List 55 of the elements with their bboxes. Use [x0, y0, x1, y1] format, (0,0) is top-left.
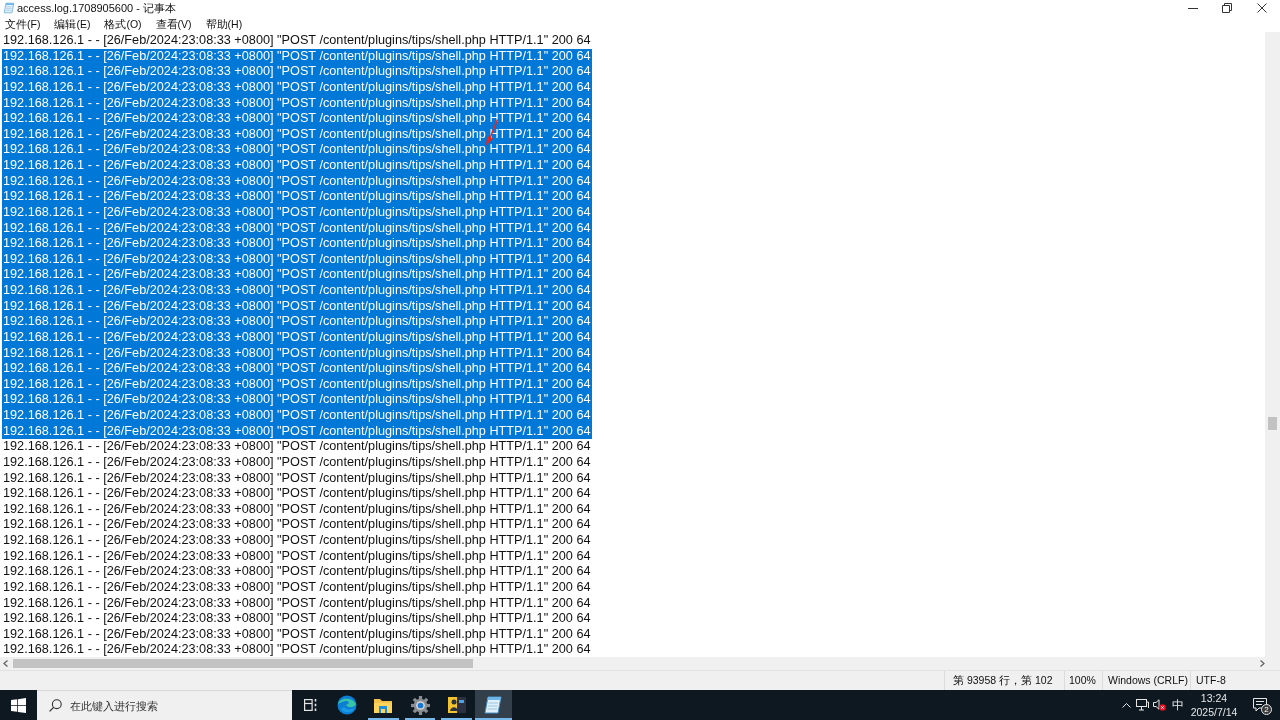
menu-item[interactable]: 帮助(H) [202, 17, 246, 31]
log-line: 192.168.126.1 - - [26/Feb/2024:23:08:33 +0800] "POST /content/plugins/tips/shell.php HTTP/1.1" 200 64 [2, 548, 592, 565]
clock[interactable]: 13:24 2025/7/14 [1188, 690, 1240, 720]
scrollbar-thumb[interactable] [1268, 417, 1277, 430]
taskbar-search-field[interactable]: 在此键入进行搜索 [37, 690, 292, 720]
task-view-icon [303, 699, 317, 711]
browser-icon [336, 695, 357, 715]
message-icon [1253, 698, 1267, 712]
notepad-icon [483, 695, 504, 715]
notepad-icon [2, 2, 15, 14]
log-line: 192.168.126.1 - - [26/Feb/2024:23:08:33 +0800] "POST /content/plugins/tips/shell.php HTTP/1.1" 200 64 [2, 626, 592, 643]
log-line: 192.168.126.1 - - [26/Feb/2024:23:08:33 +0800] "POST /content/plugins/tips/shell.php HTTP/1.1" 200 64 [2, 454, 592, 471]
window-title: access.log.1708905600 - 记事本 [17, 1, 176, 15]
input-method-button[interactable]: 中 [1168, 690, 1188, 720]
chevron-up-icon [1121, 702, 1131, 708]
log-line: 192.168.126.1 - - [26/Feb/2024:23:08:33 +0800] "POST /content/plugins/tips/shell.php HTTP/1.1" 200 64 [2, 517, 592, 533]
log-line: 192.168.126.1 - - [26/Feb/2024:23:08:33 +0800] "POST /content/plugins/tips/shell.php HTTP/1.1" 200 64 [2, 533, 592, 549]
clock-time: 13:24 [1200, 691, 1228, 705]
log-line: 192.168.126.1 - - [26/Feb/2024:23:08:33 +0800] "POST /content/plugins/tips/shell.php HTTP/1.1" 200 64 [2, 564, 592, 580]
log-line: 192.168.126.1 - - [26/Feb/2024:23:08:33 +0800] "POST /content/plugins/tips/shell.php HTTP/1.1" 200 64 [2, 642, 592, 657]
log-line: 192.168.126.1 - - [26/Feb/2024:23:08:33 +0800] "POST /content/plugins/tips/shell.php HTTP/1.1" 200 64 [2, 595, 592, 612]
menu-item[interactable]: 格式(O) [101, 17, 145, 31]
clock-date: 2025/7/14 [1190, 705, 1238, 719]
cursor-position: 第 93958 行，第 102 [953, 672, 1053, 688]
taskbar-button[interactable] [474, 690, 512, 720]
menu-item[interactable]: 查看(V) [152, 17, 195, 31]
log-line: 192.168.126.1 - - [26/Feb/2024:23:08:33 +0800] "POST /content/plugins/tips/shell.php HTTP/1.1" 200 64 [2, 470, 592, 487]
notification-count: 2 [1261, 704, 1272, 715]
notification-button[interactable]: 2 [1240, 690, 1280, 720]
menu-item[interactable]: 编辑(E) [51, 17, 94, 31]
minimize-icon [1188, 7, 1198, 9]
folder-icon [373, 696, 394, 714]
zoom-level: 100% [1069, 672, 1096, 688]
monitor-icon [1136, 699, 1149, 711]
search-icon [49, 699, 62, 712]
log-line: 192.168.126.1 - - [26/Feb/2024:23:08:33 +0800] "POST /content/plugins/tips/shell.php HTTP/1.1" 200 64 [2, 611, 592, 627]
log-line: 192.168.126.1 - - [26/Feb/2024:23:08:33 +0800] "POST /content/plugins/tips/shell.php HTTP/1.1" 200 64 [2, 486, 592, 502]
log-line: 192.168.126.1 - - [26/Feb/2024:23:08:33 +0800] "POST /content/plugins/tips/shell.php HTTP/1.1" 200 64 [2, 579, 592, 596]
app-icon [446, 695, 467, 715]
horizontal-scrollbar[interactable] [0, 657, 1280, 670]
windows-logo-icon [11, 697, 26, 713]
log-line: 192.168.126.1 - - [26/Feb/2024:23:08:33 +0800] "POST /content/plugins/tips/shell.php HTTP/1.1" 200 64 [2, 439, 592, 455]
scroll-left-icon[interactable] [3, 660, 8, 667]
vertical-scrollbar[interactable] [1265, 32, 1280, 657]
log-line: 192.168.126.1 - - [26/Feb/2024:23:08:33 +0800] "POST /content/plugins/tips/shell.php HTTP/1.1" 200 64 [2, 501, 592, 518]
close-icon [1257, 3, 1267, 13]
line-ending: Windows (CRLF) [1108, 672, 1188, 688]
encoding: UTF-8 [1196, 672, 1226, 688]
restore-icon [1222, 3, 1232, 13]
log-line: 192.168.126.1 - - [26/Feb/2024:23:08:33 +0800] "POST /content/plugins/tips/shell.php HTTP/1.1" 200 64 [2, 33, 592, 49]
menu-item[interactable]: 文件(F) [2, 17, 44, 31]
muted-speaker-icon [1153, 699, 1166, 711]
scroll-right-icon[interactable] [1260, 660, 1265, 667]
gear-icon [410, 695, 430, 715]
scrollbar-thumb[interactable] [13, 659, 473, 668]
